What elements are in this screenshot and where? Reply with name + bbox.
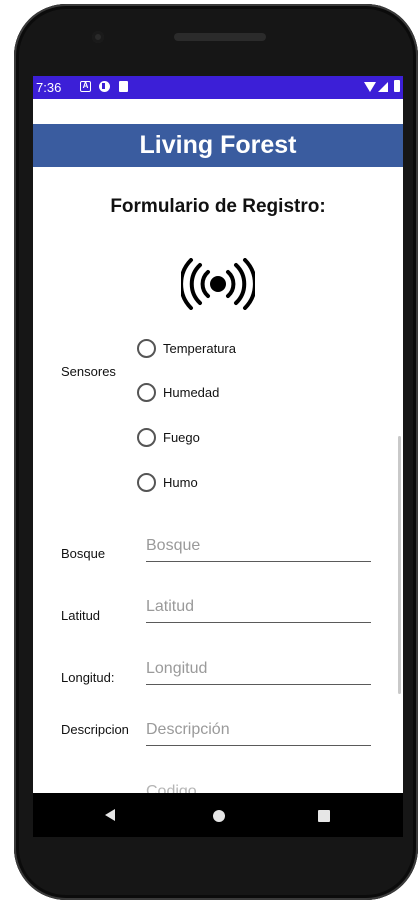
p-icon <box>99 81 110 92</box>
app-screen: 7:36 A Living Forest Formulario de Regis… <box>33 76 403 793</box>
a-badge-icon: A <box>80 81 91 92</box>
wireless-sensor-icon <box>181 258 255 310</box>
scrollbar[interactable] <box>398 436 401 694</box>
longitud-field-container <box>146 656 371 685</box>
longitud-label: Longitud: <box>61 670 115 685</box>
earpiece-speaker <box>174 33 266 41</box>
latitud-label: Latitud <box>61 608 101 623</box>
codigo-input-partial[interactable]: Codigo <box>146 783 371 793</box>
form-title: Formulario de Registro: <box>110 196 326 217</box>
sensors-label: Sensores <box>61 364 116 379</box>
home-icon[interactable] <box>213 810 225 822</box>
radio-circle-icon <box>137 339 156 358</box>
radio-label: Fuego <box>163 430 200 445</box>
radio-label: Humo <box>163 475 198 490</box>
front-camera <box>92 31 104 43</box>
longitud-input[interactable] <box>146 656 371 682</box>
wifi-icon <box>364 82 376 92</box>
signal-icon <box>378 82 388 92</box>
radio-label: Temperatura <box>163 341 236 356</box>
codigo-placeholder: Codigo <box>146 783 197 793</box>
battery-icon <box>394 80 400 92</box>
radio-circle-icon <box>137 428 156 447</box>
descripcion-label: Descripcion <box>61 722 129 737</box>
radio-circle-icon <box>137 383 156 402</box>
descripcion-input[interactable] <box>146 717 371 743</box>
bosque-label: Bosque <box>61 546 106 561</box>
latitud-input[interactable] <box>146 594 371 620</box>
sd-card-icon <box>119 81 128 92</box>
descripcion-field-container <box>146 717 371 746</box>
navigation-bar <box>33 793 403 837</box>
status-bar: 7:36 A <box>33 76 403 99</box>
status-time: 7:36 <box>36 80 62 95</box>
radio-circle-icon <box>137 473 156 492</box>
back-icon[interactable] <box>105 809 115 821</box>
radio-label: Humedad <box>163 385 220 400</box>
latitud-field-container <box>146 594 371 623</box>
app-bar-title: Living Forest <box>33 124 403 167</box>
bosque-input[interactable] <box>146 533 371 559</box>
bosque-field-container <box>146 533 371 562</box>
recent-apps-icon[interactable] <box>318 810 330 822</box>
